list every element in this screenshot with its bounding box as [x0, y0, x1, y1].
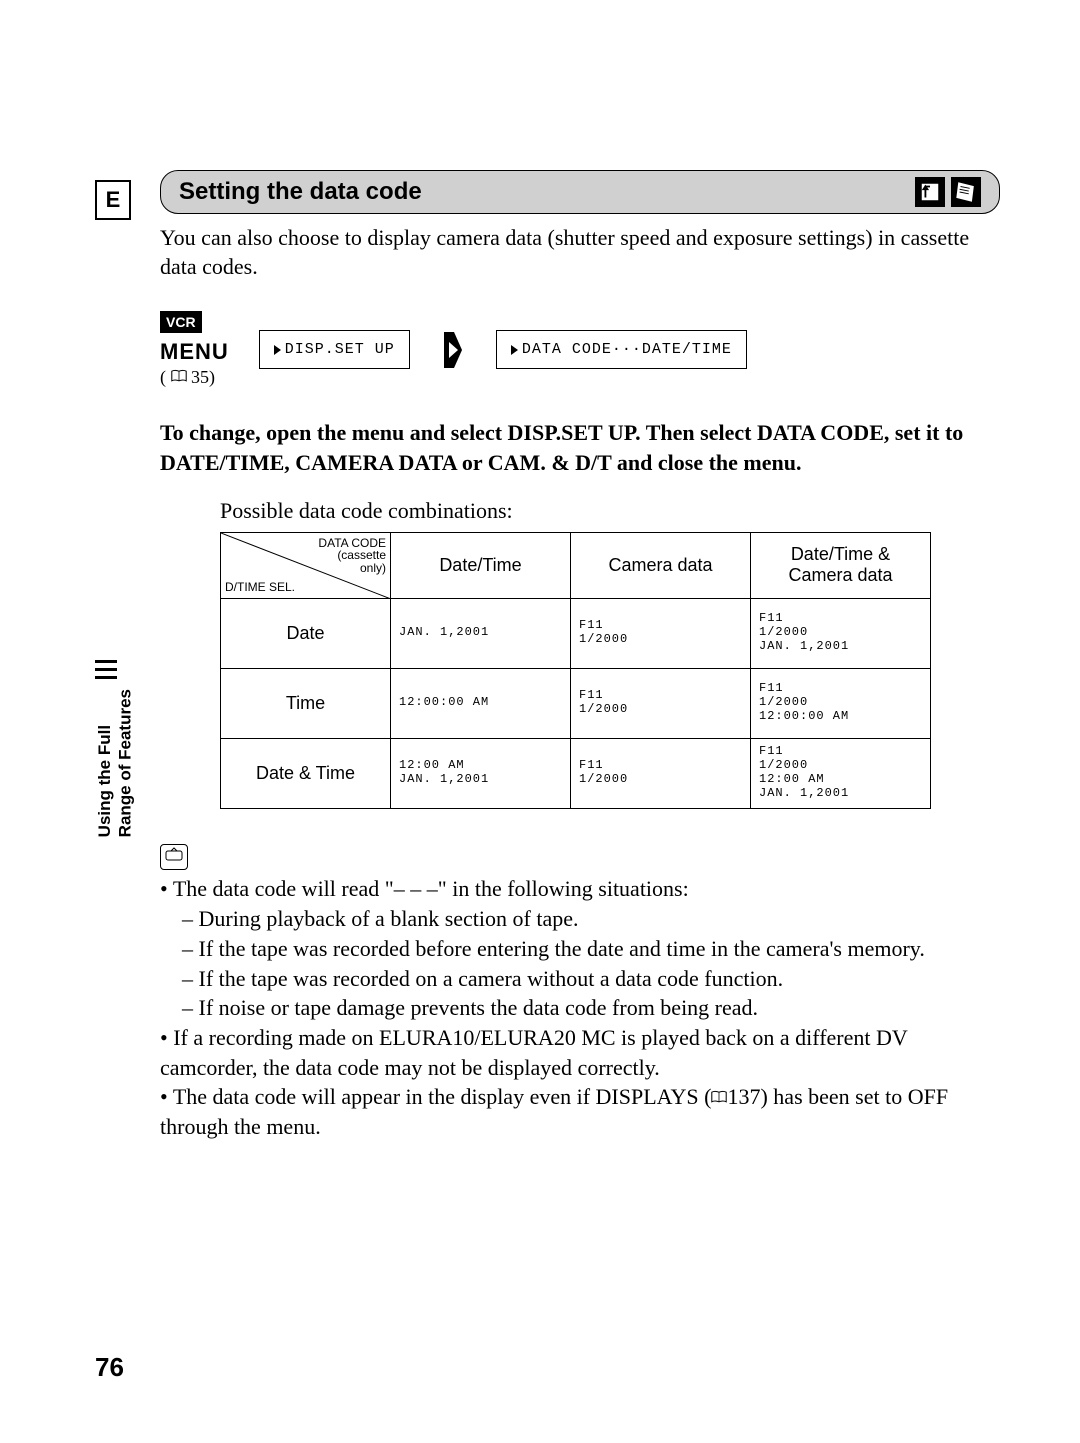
table-cell: F11 1/2000 — [571, 738, 751, 808]
table-cell: 12:00 AM JAN. 1,2001 — [391, 738, 571, 808]
table-cell: JAN. 1,2001 — [391, 598, 571, 668]
menu-block: VCR MENU ( 35) — [160, 311, 229, 388]
row-header: Time — [221, 668, 391, 738]
vcr-badge: VCR — [160, 311, 202, 333]
instruction-text: To change, open the menu and select DISP… — [160, 418, 1000, 477]
menu-page-ref: ( 35) — [160, 367, 215, 388]
note-sub: If the tape was recorded before entering… — [182, 934, 1000, 964]
menu-step-2: DATA CODE···DATE/TIME — [496, 330, 747, 369]
book-icon — [171, 369, 187, 383]
note-sub: If noise or tape damage prevents the dat… — [182, 993, 1000, 1023]
sidebar-section-marker: Using the Full Range of Features — [95, 660, 136, 837]
section-title: Setting the data code — [179, 178, 422, 206]
table-cell: F11 1/2000 JAN. 1,2001 — [751, 598, 931, 668]
row-header: Date & Time — [221, 738, 391, 808]
data-code-table: DATA CODE (cassette only) D/TIME SEL. Da… — [220, 532, 1000, 809]
table-cell: F11 1/2000 12:00 AM JAN. 1,2001 — [751, 738, 931, 808]
menu-step-2-text: DATA CODE···DATE/TIME — [522, 341, 732, 358]
triangle-icon — [511, 345, 518, 355]
row-header: Date — [221, 598, 391, 668]
table-corner-cell: DATA CODE (cassette only) D/TIME SEL. — [221, 532, 391, 598]
menu-ref-page: 35 — [191, 367, 209, 387]
section-letter-box: E — [95, 180, 131, 220]
corner-bottom-label: D/TIME SEL. — [225, 580, 295, 594]
note-page-ref: 137 — [727, 1084, 760, 1109]
notes-section: The data code will read "– – –" in the f… — [160, 839, 1000, 1142]
tape-arrow-icon — [915, 177, 945, 207]
note-sub: During playback of a blank section of ta… — [182, 904, 1000, 934]
table-caption: Possible data code combinations: — [220, 498, 1000, 524]
section-letter: E — [106, 187, 121, 213]
table-cell: F11 1/2000 — [571, 598, 751, 668]
corner-top-label: DATA CODE (cassette only) — [318, 537, 386, 575]
note-sub: If the tape was recorded on a camera wit… — [182, 964, 1000, 994]
table-cell: F11 1/2000 12:00:00 AM — [751, 668, 931, 738]
note-icon — [160, 844, 188, 871]
arrow-divider-icon — [440, 330, 466, 370]
section-header: Setting the data code — [160, 170, 1000, 214]
book-icon — [711, 1090, 727, 1104]
intro-text: You can also choose to display camera da… — [160, 224, 1000, 281]
table-cell: F11 1/2000 — [571, 668, 751, 738]
triangle-icon — [274, 345, 281, 355]
note-bullet: The data code will read "– – –" in the f… — [160, 874, 1000, 1022]
note-text-pre: The data code will appear in the display… — [173, 1084, 712, 1109]
table-cell: 12:00:00 AM — [391, 668, 571, 738]
menu-label: MENU — [160, 339, 229, 365]
menu-path-row: VCR MENU ( 35) DISP.SET UP DATA CODE···D… — [160, 311, 1000, 388]
col-header: Date/Time — [391, 532, 571, 598]
sidebar-section-title: Using the Full Range of Features — [95, 689, 136, 837]
note-text: The data code will read "– – –" in the f… — [173, 876, 689, 901]
menu-step-1: DISP.SET UP — [259, 330, 410, 369]
note-bullet: If a recording made on ELURA10/ELURA20 M… — [160, 1023, 1000, 1082]
card-icon — [951, 177, 981, 207]
col-header: Date/Time & Camera data — [751, 532, 931, 598]
sidebar-bars-icon — [95, 660, 136, 679]
header-icons — [915, 177, 981, 207]
col-header: Camera data — [571, 532, 751, 598]
page-number: 76 — [95, 1352, 124, 1383]
menu-step-1-text: DISP.SET UP — [285, 341, 395, 358]
note-bullet: The data code will appear in the display… — [160, 1082, 1000, 1141]
